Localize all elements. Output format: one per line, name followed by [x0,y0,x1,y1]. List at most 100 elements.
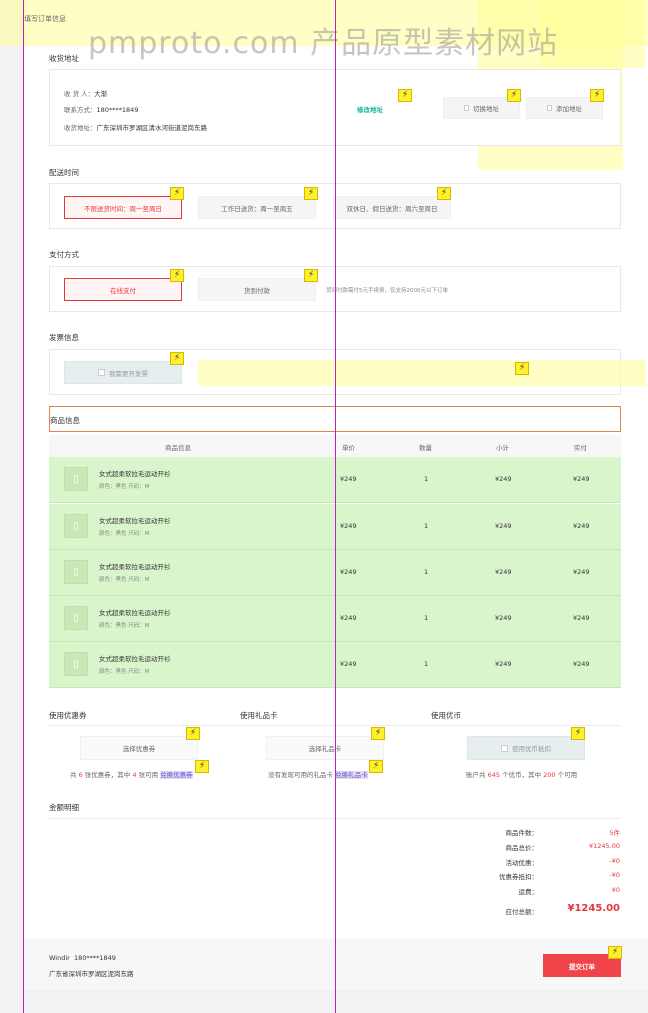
summary-value: ¥0 [611,886,620,894]
product-price: ¥249 [340,475,357,483]
receiver-row: 收 货 人：大渐 [64,88,107,98]
addr-row: 收货地址：广东深圳市罗湖区清水河街道泥岗东路 [64,122,207,132]
invoice-highlight [198,360,646,386]
goods-header-paid: 实付 [574,444,587,452]
summary-section-title: 金额明细 [49,803,79,812]
summary-label: 商品件数： [505,829,539,837]
coins-info-text: 账户共 [466,771,488,779]
delivery-option-any[interactable]: 不限送货时间：周一至周日 [64,196,182,219]
product-subtotal: ¥249 [495,475,512,483]
coins-total: 645 [487,771,500,779]
product-qty: 1 [424,522,429,530]
coins-info-text: 个优币，其中 [500,771,544,779]
product-name[interactable]: 女式超柔软拉毛运动开衫 [99,653,171,663]
product-spec: 颜色：黑色 尺码：M [99,484,150,490]
product-price: ¥249 [340,614,357,622]
summary-value: -¥0 [609,871,620,879]
goods-header-qty: 数量 [419,444,432,452]
product-paid: ¥249 [573,522,590,530]
use-coins-checkbox[interactable]: 使用优币抵扣 [467,736,585,760]
product-spec: 颜色：黑色 尺码：M [99,577,150,583]
invoice-checkbox[interactable]: 我需要开发票 [64,361,182,384]
watermark: pmproto.com 产品原型素材网站 [88,26,559,61]
flash-icon: ⚡ [304,187,318,200]
redeem-coupon-link[interactable]: 兑换优惠券 [160,771,193,779]
product-name[interactable]: 女式超柔软拉毛运动开衫 [99,515,171,525]
phone-value: 180****1849 [96,106,139,114]
coupon-info: 共 6 张优惠券，其中 4 张可用 兑换优惠券 [70,769,193,779]
flash-icon: ⚡ [398,89,412,102]
flash-icon: ⚡ [369,760,383,773]
coupon-title: 使用优惠券 [49,711,87,720]
total-value: ¥1245.00 [567,903,620,914]
receiver-name: 大渐 [94,90,108,98]
product-spec: 颜色：黑色 尺码：M [99,623,150,629]
payment-option-cod[interactable]: 货到付款 [198,278,316,301]
giftcard-info-text: 没有发现可用的礼品卡 [268,771,336,779]
coins-title: 使用优币 [431,711,461,720]
giftcard-title: 使用礼品卡 [240,711,278,720]
invoice-checkbox-label: 我需要开发票 [109,369,148,378]
product-image-icon: ▯ [64,652,88,676]
flash-icon: ⚡ [195,760,209,773]
add-address-label: 添加地址 [556,105,582,113]
edit-address-link[interactable]: 修改地址 [357,104,383,114]
summary-label: 商品总价： [505,844,539,852]
flash-icon: ⚡ [507,89,521,102]
switch-address-icon [464,105,469,111]
select-coupon-button[interactable]: 选择优惠券 [80,736,198,760]
select-giftcard-button[interactable]: 选择礼品卡 [266,736,384,760]
product-image-icon: ▯ [64,467,88,491]
product-subtotal: ¥249 [495,660,512,668]
product-image-icon: ▯ [64,606,88,630]
product-paid: ¥249 [573,475,590,483]
product-paid: ¥249 [573,660,590,668]
guide-line-middle [335,0,336,1013]
delivery-section-title: 配送时间 [49,168,79,177]
flash-icon: ⚡ [515,362,529,375]
flash-icon: ⚡ [170,269,184,282]
delivery-option-workday[interactable]: 工作日送货：周一至周五 [198,196,316,219]
coins-usable: 200 [543,771,556,779]
product-name[interactable]: 女式超柔软拉毛运动开衫 [99,561,171,571]
flash-icon: ⚡ [590,89,604,102]
coins-info: 账户共 645 个优币，其中 200 个可用 [466,769,577,779]
payment-section-title: 支付方式 [49,250,79,259]
invoice-checkbox-box [98,369,105,376]
product-spec: 颜色：黑色 尺码：M [99,669,150,675]
product-qty: 1 [424,568,429,576]
summary-value: ¥1245.00 [588,842,620,850]
order-page: 填写订单信息 pmproto.com 产品原型素材网站 收货地址 收 货 人：大… [0,0,648,1013]
goods-header-info: 商品信息 [165,444,191,452]
product-name[interactable]: 女式超柔软拉毛运动开衫 [99,607,171,617]
product-spec: 颜色：黑色 尺码：M [99,531,150,537]
coupon-info-text: 共 [70,771,79,779]
coins-info-text: 个可用 [555,771,578,779]
product-subtotal: ¥249 [495,614,512,622]
receiver-label: 收 货 人： [64,90,95,98]
product-price: ¥249 [340,568,357,576]
product-image-icon: ▯ [64,560,88,584]
product-qty: 1 [424,475,429,483]
product-paid: ¥249 [573,568,590,576]
product-name[interactable]: 女式超柔软拉毛运动开衫 [99,468,171,478]
flash-icon: ⚡ [170,352,184,365]
summary-value: 5件 [609,829,620,837]
footer-receiver-name: Windir [49,954,70,962]
flash-icon: ⚡ [371,727,385,740]
addr-value: 广东深圳市罗湖区清水河街道泥岗东路 [96,124,208,132]
product-qty: 1 [424,614,429,622]
address-section-title: 收货地址 [49,54,79,63]
summary-label: 活动优惠： [505,859,539,867]
flash-icon: ⚡ [437,187,451,200]
switch-address-label: 切换地址 [473,105,499,113]
payment-note: 货到付款需付5元手续费，仅支持2000元以下订单 [326,288,448,294]
delivery-option-weekend[interactable]: 双休日、假日送货：周六至周日 [333,196,451,219]
phone-row: 联系方式：180****1849 [64,104,138,114]
invoice-section-title: 发票信息 [49,333,79,342]
redeem-giftcard-link[interactable]: 兑换礼品卡 [335,771,368,779]
product-subtotal: ¥249 [495,522,512,530]
page-title: 填写订单信息 [24,15,66,23]
total-label: 应付总额： [505,908,539,916]
payment-option-online[interactable]: 在线支付 [64,278,182,301]
